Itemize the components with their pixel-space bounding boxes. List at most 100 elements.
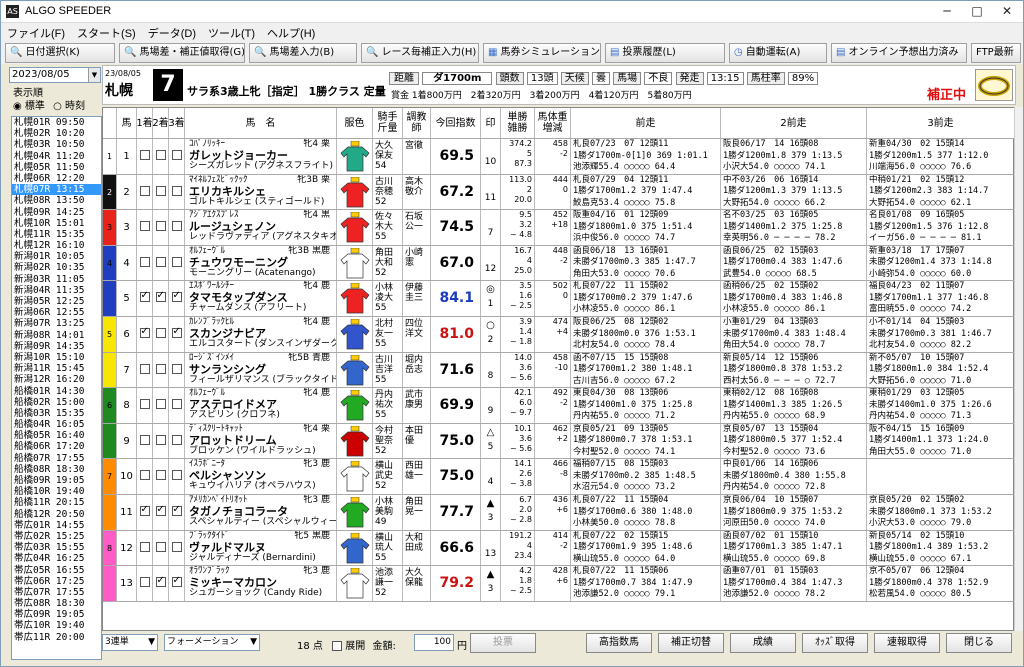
race-list-item[interactable]: 新潟03R 11:05	[12, 274, 101, 285]
past-race-2[interactable]: 中不03/26 06 16頭14 1勝ダ1200m1.3 379 1:13.5 …	[721, 174, 867, 210]
mark-cell[interactable]: ▲ 3	[481, 495, 501, 530]
toolbar-button[interactable]: FTP最新	[971, 43, 1021, 63]
past-race-3[interactable]: 新不05/07 10 15頭07 1勝ダ1800m1.0 384 1:52.4 …	[867, 352, 1015, 388]
toolbar-button[interactable]: ▦馬券シミュレーション(B)	[483, 43, 601, 63]
past-race-2[interactable]: 京良05/07 13 15頭04 1勝ダ1800m0.5 377 1:52.4 …	[721, 423, 867, 459]
bet-type-select[interactable]: 3連単 ▼	[102, 634, 158, 651]
pick-checkbox-3[interactable]	[171, 256, 182, 267]
column-header[interactable]: 3着	[169, 108, 185, 138]
toolbar-button[interactable]: 🔍 馬場差・補正値取得(G)	[119, 43, 245, 63]
race-list-item[interactable]: 札幌01R 09:50	[12, 117, 101, 128]
pick-checkbox-1[interactable]	[139, 256, 150, 267]
pick-checkbox-3[interactable]	[171, 541, 182, 552]
past-race-2[interactable]: 名不03/25 03 16頭05 1勝ダ1400m1.2 375 1:25.8 …	[721, 210, 867, 245]
expand-checkbox[interactable]	[332, 641, 343, 651]
menu-item[interactable]: ファイル(F)	[1, 23, 71, 43]
past-race-2[interactable]: 新良05/14 12 15頭06 1勝ダ1800m0.8 378 1:53.2 …	[721, 352, 867, 388]
past-race-3[interactable]: 京不05/07 06 12頭04 1勝ダ1800m0.4 378 1:52.9 …	[867, 566, 1015, 601]
pick-checkbox-1[interactable]	[139, 290, 150, 303]
table-row[interactable]: 6 8 ｵﾙﾌｪｰｳﾞﾙ 牝4 鹿アステロイドメア アスピリン (クロフネ) 丹内 祐次 …	[103, 388, 1015, 424]
pick-checkbox-2[interactable]	[155, 575, 166, 588]
pick-checkbox-2[interactable]	[155, 541, 166, 552]
column-header[interactable]: 2着	[153, 108, 169, 138]
past-race-3[interactable]: 新重04/30 02 15頭14 1勝ダ1200m1.5 377 1:12.0 …	[867, 139, 1015, 174]
race-list-item[interactable]: 新潟07R 13:25	[12, 318, 101, 329]
pick-checkbox-3[interactable]	[171, 575, 182, 588]
pick-checkbox-2[interactable]	[155, 150, 166, 160]
column-header[interactable]: 馬	[117, 108, 137, 138]
race-list-item[interactable]: 船橋12R 20:50	[12, 509, 101, 520]
past-race-2[interactable]: 京良06/04 10 15頭07 1勝ダ1800m0.9 375 1:53.2 …	[721, 495, 867, 530]
past-race-2[interactable]: 函良06/25 02 15頭03 1勝ダ1700m0.4 383 1:47.6 …	[721, 245, 867, 281]
pick-checkbox-3[interactable]	[171, 290, 182, 303]
vote-button[interactable]: 投票	[470, 633, 536, 653]
pick-checkbox-1[interactable]	[139, 541, 150, 552]
pick-checkbox-2[interactable]	[155, 363, 166, 374]
column-header[interactable]: 調教 師	[403, 108, 431, 138]
race-list-item[interactable]: 船橋05R 16:40	[12, 430, 101, 441]
race-list-item[interactable]: 札幌06R 12:20	[12, 173, 101, 184]
pick-checkbox-3[interactable]	[171, 504, 182, 516]
past-race-1[interactable]: 函良06/18 13 16頭01 未勝ダ1700m0.3 385 1:47.7 …	[571, 245, 721, 281]
pick-checkbox-3[interactable]	[171, 221, 182, 232]
race-list-item[interactable]: 帯広06R 17:25	[12, 576, 101, 587]
race-list-item[interactable]: 札幌08R 13:50	[12, 195, 101, 206]
pick-checkbox-2[interactable]	[155, 290, 166, 303]
column-header[interactable]: 馬体重 増減	[535, 108, 571, 138]
past-race-2[interactable]: 阪良06/17 14 16頭08 1勝ダ1200m1.8 379 1:13.5 …	[721, 139, 867, 174]
column-header[interactable]: 馬 名	[185, 108, 337, 138]
minimize-icon[interactable]: ─	[933, 2, 961, 20]
race-list-item[interactable]: 帯広10R 19:40	[12, 620, 101, 631]
past-race-1[interactable]: 阪良06/25 08 12頭02 未勝ダ1800m0.0 376 1:53.1 …	[571, 317, 721, 352]
past-race-1[interactable]: 札良07/22 11 15頭02 1勝ダ1700m0.2 379 1:47.6 …	[571, 281, 721, 316]
pick-checkbox-3[interactable]	[171, 326, 182, 338]
race-list-item[interactable]: 帯広07R 17:55	[12, 587, 101, 598]
past-race-3[interactable]: 阪不04/15 15 16頭09 1勝ダ1400m1.1 373 1:24.0 …	[867, 423, 1015, 459]
toolbar-button[interactable]: ▤ 投票履歴(L)	[605, 43, 725, 63]
race-list-item[interactable]: 札幌12R 16:10	[12, 240, 101, 251]
toolbar-button[interactable]: ◷ 自動運転(A)	[729, 43, 827, 63]
results-button[interactable]: 成績	[730, 633, 796, 653]
pick-checkbox-1[interactable]	[139, 577, 150, 588]
mark-cell[interactable]: ○ 2	[481, 317, 501, 352]
maximize-icon[interactable]: □	[963, 2, 991, 20]
race-list-item[interactable]: 帯広02R 15:25	[12, 531, 101, 542]
table-row[interactable]: 4 4 ｵﾙﾌｪｰｳﾞﾙ 牝3B 黒鹿 チュウワモーニング モーニングリー (Acaten…	[103, 245, 1015, 282]
race-list-item[interactable]: 帯広01R 14:55	[12, 520, 101, 531]
race-list-item[interactable]: 札幌09R 14:25	[12, 207, 101, 218]
race-list-item[interactable]: 船橋11R 20:15	[12, 497, 101, 508]
pick-checkbox-2[interactable]	[155, 256, 166, 267]
flash-fetch-button[interactable]: 速報取得	[874, 633, 940, 653]
race-list-item[interactable]: 帯広11R 20:00	[12, 632, 101, 643]
pick-checkbox-2[interactable]	[155, 399, 166, 410]
horse-cell[interactable]: ﾏｲﾈﾙﾌｪｽﾋﾞｯｸｯｸ 牝3B 栗エリカキルシェ ゴルトキルシェ (スティゴール…	[185, 174, 337, 210]
past-race-2[interactable]: 東稍02/12 08 16頭08 1勝ダ1400m1.3 385 1:26.5 …	[721, 388, 867, 423]
pick-checkbox-1[interactable]	[139, 185, 150, 196]
pick-checkbox-2[interactable]	[155, 221, 166, 232]
race-list-item[interactable]: 札幌10R 15:01	[12, 218, 101, 229]
past-race-1[interactable]: 札良07/22 02 15頭15 1勝ダ1700m1.9 395 1:48.6 …	[571, 530, 721, 566]
mark-cell[interactable]: 13	[481, 530, 501, 566]
race-list-item[interactable]: 札幌07R 13:15	[12, 184, 101, 196]
race-list-item[interactable]: 帯広05R 16:55	[12, 565, 101, 576]
past-race-1[interactable]: 札良07/22 11 15頭06 1勝ダ1700m0.7 384 1:47.9 …	[571, 566, 721, 601]
form-select[interactable]: フォーメーション ▼	[164, 634, 260, 651]
horse-cell[interactable]: ﾌﾞﾗｯｸﾀｲﾄﾞ 牝5 黒鹿 ヴァルドマルヌ ジャルディナーズ (Bernardin…	[185, 530, 337, 566]
mark-cell[interactable]: 12	[481, 245, 501, 281]
mark-cell[interactable]: 8	[481, 352, 501, 388]
race-list-item[interactable]: 新潟10R 15:10	[12, 352, 101, 363]
race-list-item[interactable]: 新潟04R 11:35	[12, 285, 101, 296]
past-race-3[interactable]: 新重03/18 17 17頭07 未勝ダ1200m1.4 373 1:14.8 …	[867, 245, 1015, 281]
race-list-item[interactable]: 船橋03R 15:35	[12, 408, 101, 419]
pick-checkbox-2[interactable]	[155, 434, 166, 445]
horse-cell[interactable]: ｱﾒﾘｶﾝﾍﾟｲﾄﾘｵｯﾄ 牝3 鹿タガノチョコラータ スペシャルティー (スペシャ…	[185, 495, 337, 530]
past-race-3[interactable]: 京良05/20 02 15頭02 未勝ダ1800m0.1 373 1:53.2 …	[867, 495, 1015, 530]
pick-checkbox-1[interactable]	[139, 363, 150, 374]
race-list-item[interactable]: 帯広03R 15:55	[12, 542, 101, 553]
radio-time[interactable]: ○	[53, 101, 62, 112]
high-index-button[interactable]: 高指数馬	[586, 633, 652, 653]
past-race-3[interactable]: 新良05/14 02 15頭10 1勝ダ1800m1.4 389 1:53.2 …	[867, 530, 1015, 566]
column-header[interactable]: 2前走	[721, 108, 867, 138]
pick-checkbox-3[interactable]	[171, 399, 182, 410]
pick-checkbox-2[interactable]	[155, 504, 166, 516]
